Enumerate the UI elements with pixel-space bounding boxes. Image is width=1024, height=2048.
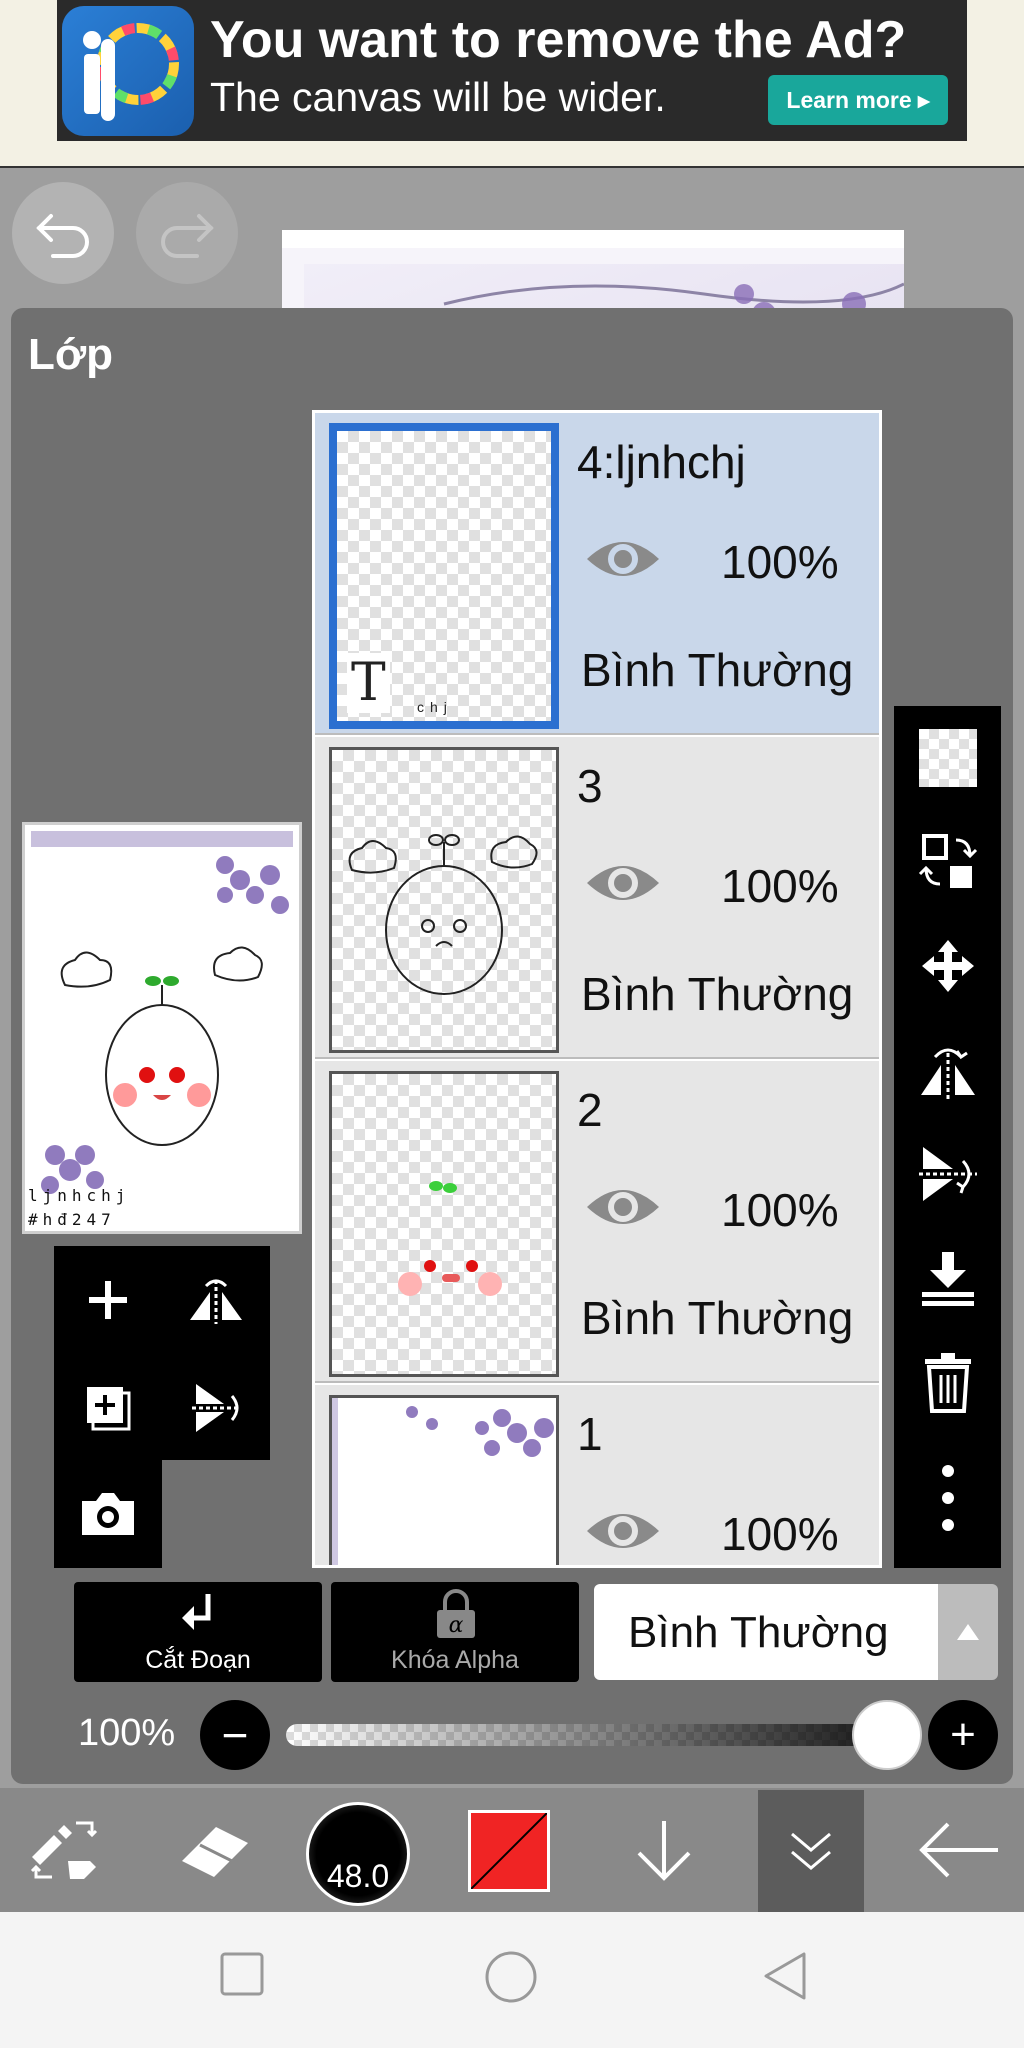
alpha-lock-button[interactable]: α Khóa Alpha	[331, 1582, 579, 1682]
layer-row-4[interactable]: T chj 4:ljnhchj 100% Bình Thường	[315, 413, 879, 735]
duplicate-layer-button[interactable]	[54, 1354, 162, 1462]
triangle-up-icon	[957, 1624, 979, 1640]
flip-horizontal-icon	[920, 1048, 975, 1099]
delete-layer-button[interactable]	[894, 1330, 1001, 1434]
brush-size-button[interactable]: 48.0	[306, 1802, 410, 1906]
layer-list[interactable]: T chj 4:ljnhchj 100% Bình Thường 3 100% …	[312, 410, 882, 1568]
layer-blend-mode: Bình Thường	[581, 968, 854, 1020]
transparency-button[interactable]	[894, 706, 1001, 810]
ad-subtitle[interactable]: The canvas will be wider.	[210, 74, 750, 121]
lock-icon: α	[437, 1589, 475, 1638]
layer-row-1[interactable]: 1 100%	[315, 1385, 879, 1565]
back-triangle-icon[interactable]	[760, 1950, 810, 2002]
layer-blend-mode: Bình Thường	[581, 644, 854, 696]
layer-opacity: 100%	[721, 536, 839, 588]
preview-caption-2: #hđ247	[28, 1210, 116, 1229]
layer-opacity: 100%	[721, 860, 839, 912]
merge-down-icon	[921, 1252, 974, 1306]
visibility-eye-icon[interactable]	[585, 1181, 661, 1233]
clipping-button[interactable]: Cắt Đoạn	[74, 1582, 322, 1682]
layer-name: 3	[577, 760, 603, 812]
alpha-lock-label: Khóa Alpha	[391, 1646, 519, 1674]
layer-right-toolbar	[894, 706, 1001, 1568]
opacity-increase-button[interactable]: +	[928, 1700, 998, 1770]
layer-row-3[interactable]: 3 100% Bình Thường	[315, 737, 879, 1059]
color-picker-button[interactable]	[468, 1810, 550, 1892]
opacity-slider[interactable]	[286, 1724, 886, 1746]
layer-thumbnail	[329, 1071, 559, 1377]
home-circle-icon[interactable]	[484, 1950, 538, 2004]
visibility-eye-icon[interactable]	[585, 1505, 661, 1557]
undo-button[interactable]	[12, 182, 114, 284]
add-layer-button[interactable]	[54, 1246, 162, 1354]
layer-name: 2	[577, 1084, 603, 1136]
layer-down-button[interactable]	[614, 1788, 714, 1912]
arrow-down-icon	[637, 1821, 691, 1881]
camera-icon	[82, 1493, 134, 1535]
visibility-eye-icon[interactable]	[585, 533, 661, 585]
flip-layer-vertical-button[interactable]	[894, 1122, 1001, 1226]
duplicate-layer-icon	[87, 1387, 131, 1431]
move-arrows-icon	[921, 940, 974, 992]
arrow-left-icon	[919, 1822, 998, 1878]
thumb-text: chj	[417, 699, 453, 715]
layer-name: 4:ljnhchj	[577, 436, 746, 488]
clipping-label: Cắt Đoạn	[145, 1646, 251, 1674]
ad-title[interactable]: You want to remove the Ad?	[210, 10, 960, 70]
camera-block	[54, 1460, 162, 1568]
layer-blend-mode: Bình Thường	[581, 1292, 854, 1344]
color-swatch-icon	[471, 1813, 547, 1889]
visibility-eye-icon[interactable]	[585, 857, 661, 909]
redo-button[interactable]	[136, 182, 238, 284]
swap-icon	[918, 834, 977, 888]
text-layer-icon: T	[347, 653, 390, 713]
eraser-button[interactable]	[166, 1788, 266, 1912]
layer-thumbnail: T chj	[329, 423, 559, 729]
eraser-icon	[182, 1827, 248, 1877]
canvas-preview[interactable]	[22, 822, 302, 1234]
layer-row-2[interactable]: 2 100% Bình Thường	[315, 1061, 879, 1383]
redo-icon	[161, 214, 214, 258]
layer-opacity: 100%	[721, 1508, 839, 1560]
layer-opacity: 100%	[721, 1184, 839, 1236]
opacity-decrease-button[interactable]: −	[200, 1700, 270, 1770]
ibispaint-logo-icon[interactable]	[62, 6, 194, 136]
more-vertical-icon	[941, 1465, 954, 1531]
opacity-slider-handle[interactable]	[852, 1700, 922, 1770]
flip-vertical-icon	[192, 1384, 240, 1432]
panel-title: Lớp	[28, 330, 114, 379]
learn-more-button[interactable]: Learn more ▸	[768, 75, 948, 125]
system-navigation-bar	[0, 1912, 1024, 2048]
layer-thumbnail	[329, 1395, 559, 1565]
merge-down-button[interactable]	[894, 1226, 1001, 1330]
move-button[interactable]	[894, 914, 1001, 1018]
flip-horizontal-button[interactable]	[162, 1246, 270, 1354]
more-options-button[interactable]	[894, 1446, 1001, 1550]
chevron-double-down-icon	[791, 1832, 831, 1870]
flip-vertical-icon	[918, 1147, 977, 1201]
tool-selection-button[interactable]	[14, 1788, 114, 1912]
recents-square-icon[interactable]	[220, 1952, 264, 1996]
flip-layer-horizontal-button[interactable]	[894, 1018, 1001, 1122]
layer-tools	[54, 1246, 270, 1460]
opacity-label: 100%	[78, 1712, 176, 1754]
brush-swap-icon	[30, 1821, 98, 1879]
flip-vertical-button[interactable]	[162, 1354, 270, 1462]
layer-thumbnail	[329, 747, 559, 1053]
flip-horizontal-icon	[190, 1279, 242, 1324]
plus-icon	[89, 1281, 127, 1319]
blend-mode-value[interactable]: Bình Thường	[628, 1608, 889, 1658]
preview-caption-1: ljnhchj	[28, 1186, 131, 1205]
trash-icon	[924, 1353, 971, 1413]
clipping-arrow-icon	[182, 1594, 211, 1630]
blend-mode-dropdown-button[interactable]	[938, 1584, 998, 1680]
import-photo-button[interactable]	[54, 1460, 162, 1568]
undo-icon	[36, 214, 89, 258]
checkerboard-icon	[918, 729, 977, 787]
back-button[interactable]	[904, 1788, 1014, 1912]
layer-name: 1	[577, 1408, 603, 1460]
swap-layers-button[interactable]	[894, 810, 1001, 914]
layer-panel-toggle[interactable]	[758, 1790, 864, 1912]
svg-text:α: α	[449, 1613, 464, 1638]
